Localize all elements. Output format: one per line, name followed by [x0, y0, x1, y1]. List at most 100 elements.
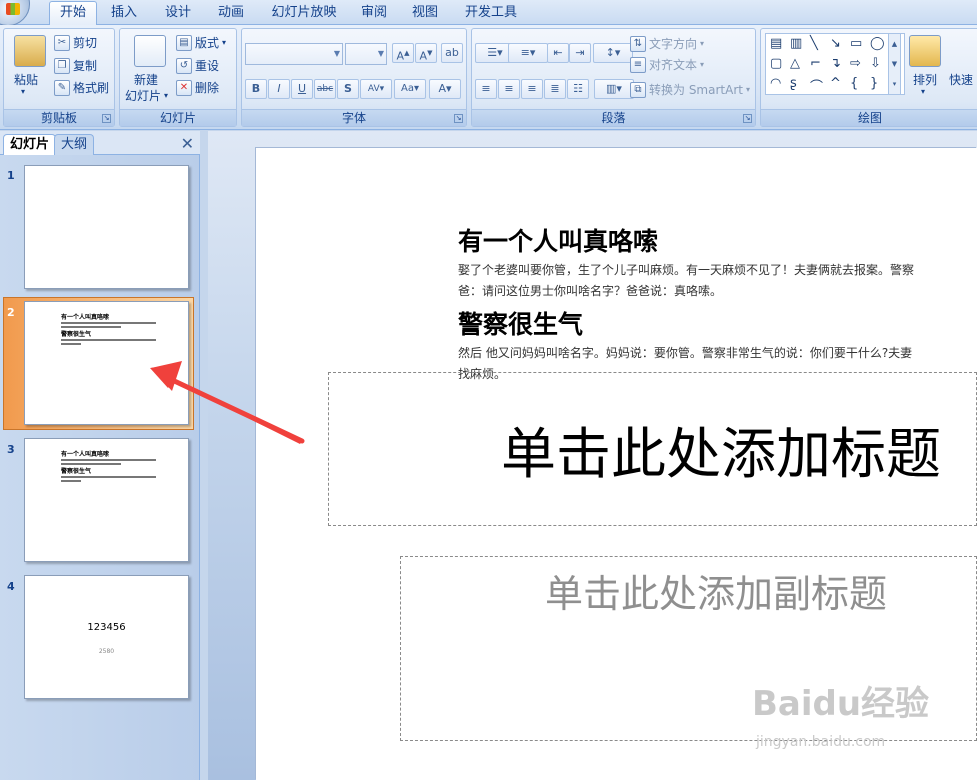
- distribute-button[interactable]: ☷: [567, 79, 589, 99]
- slide-heading-1[interactable]: 有一个人叫真咯嗦: [458, 222, 658, 258]
- align-left-button[interactable]: ≡: [475, 79, 497, 99]
- reset-icon: ↺: [176, 57, 192, 74]
- align-text-button[interactable]: ≡ 对齐文本 ▾: [630, 56, 704, 73]
- title-placeholder[interactable]: 单击此处添加标题: [328, 372, 977, 526]
- tab-slides-pane[interactable]: 幻灯片: [3, 134, 57, 155]
- change-case-button[interactable]: Aa▾: [394, 79, 426, 99]
- slide-paragraph-line[interactable]: 娶了个老婆叫要你管，生了个儿子叫麻烦。有一天麻烦不见了！夫妻俩就去报案。警察: [458, 260, 914, 281]
- thumb-heading: 有一个人叫真咯嗦: [61, 314, 110, 321]
- tab-developer[interactable]: 开发工具: [458, 2, 524, 24]
- shrink-font-button[interactable]: A▼: [415, 43, 437, 63]
- arrange-button[interactable]: 排列: [913, 71, 937, 88]
- line-spacing-button[interactable]: ↕▾: [593, 43, 633, 63]
- vertical-textbox-shape-icon[interactable]: ▥: [790, 36, 802, 51]
- slide-paragraph-line[interactable]: 爸：请问这位男士你叫啥名字？爸爸说：真咯嗦。: [458, 281, 722, 302]
- italic-button[interactable]: I: [268, 79, 290, 99]
- smartart-button[interactable]: ⧉ 转换为 SmartArt ▾: [630, 81, 750, 98]
- tab-view[interactable]: 视图: [407, 2, 443, 24]
- copy-icon: ❐: [54, 57, 70, 74]
- clipboard-launcher-icon[interactable]: ↘: [102, 114, 111, 123]
- rectangle-shape-icon[interactable]: ▭: [850, 36, 862, 51]
- underline-button[interactable]: U: [291, 79, 313, 99]
- oval-shape-icon[interactable]: ◯: [870, 36, 885, 51]
- reset-button[interactable]: ↺ 重设: [176, 57, 219, 74]
- text-direction-button[interactable]: ⇅ 文字方向 ▾: [630, 35, 704, 52]
- thumb-text-line: [61, 480, 81, 482]
- arrange-dropdown-icon[interactable]: ▾: [921, 87, 925, 96]
- copy-button[interactable]: ❐ 复制: [54, 57, 97, 74]
- slide-thumbnail-3[interactable]: 有一个人叫真咯嗦 警察很生气: [24, 438, 189, 562]
- align-right-button[interactable]: ≡: [521, 79, 543, 99]
- text-direction-icon: ⇅: [630, 35, 646, 52]
- right-brace-shape-icon[interactable]: }: [870, 76, 878, 91]
- tab-design[interactable]: 设计: [158, 2, 198, 24]
- tab-review[interactable]: 审阅: [356, 2, 392, 24]
- columns-button[interactable]: ▥▾: [594, 79, 634, 99]
- char-spacing-button[interactable]: AV▾: [360, 79, 392, 99]
- new-slide-icon: [134, 35, 166, 67]
- triangle-shape-icon[interactable]: △: [790, 56, 800, 71]
- thumb-subtitle: 2580: [98, 648, 115, 655]
- clear-format-icon[interactable]: ab: [441, 43, 463, 63]
- layout-button[interactable]: ▤ 版式 ▾: [176, 34, 226, 51]
- elbow-connector-shape-icon[interactable]: ⌐: [810, 56, 821, 71]
- tab-animation[interactable]: 动画: [211, 2, 251, 24]
- shapes-gallery-scroll[interactable]: ▲ ▼ ▾: [888, 33, 901, 95]
- strikethrough-button[interactable]: abc: [314, 79, 336, 99]
- thumb-text-line: [61, 343, 81, 345]
- arrow-line-shape-icon[interactable]: ↘: [830, 36, 841, 51]
- paste-dropdown-icon[interactable]: ▾: [21, 87, 25, 96]
- shadow-button[interactable]: S: [337, 79, 359, 99]
- font-color-button[interactable]: A▾: [429, 79, 461, 99]
- watermark-logo: Baidu经验: [752, 684, 930, 724]
- title-placeholder-text: 单击此处添加标题: [501, 422, 942, 486]
- bold-button[interactable]: B: [245, 79, 267, 99]
- paste-button[interactable]: 粘贴: [14, 71, 38, 88]
- left-brace-shape-icon[interactable]: {: [850, 76, 858, 91]
- justify-button[interactable]: ≣: [544, 79, 566, 99]
- font-name-combo[interactable]: ▼: [245, 43, 343, 65]
- new-slide-button[interactable]: 新建: [134, 71, 158, 88]
- increase-indent-button[interactable]: ⇥: [569, 43, 591, 63]
- elbow-arrow-shape-icon[interactable]: ↴: [830, 56, 841, 71]
- textbox-shape-icon[interactable]: ▤: [770, 36, 782, 51]
- office-button[interactable]: [0, 0, 30, 26]
- right-arrow-shape-icon[interactable]: ⇨: [850, 56, 861, 71]
- tab-insert[interactable]: 插入: [104, 2, 144, 24]
- slide-thumbnail-2[interactable]: 有一个人叫真咯嗦 警察很生气: [24, 301, 189, 425]
- tab-home[interactable]: 开始: [49, 1, 97, 26]
- slide-thumbnail-4[interactable]: 123456 2580: [24, 575, 189, 699]
- down-arrow-shape-icon[interactable]: ⇩: [870, 56, 881, 71]
- grow-font-button[interactable]: A▲: [392, 43, 414, 63]
- new-slide-dropdown[interactable]: 幻灯片 ▾: [125, 87, 168, 104]
- slide-heading-2[interactable]: 警察很生气: [458, 305, 583, 341]
- rounded-rect-shape-icon[interactable]: ▢: [770, 56, 782, 71]
- delete-icon: ✕: [176, 79, 192, 96]
- slide-thumbnail-1[interactable]: [24, 165, 189, 289]
- close-icon[interactable]: ✕: [181, 134, 194, 153]
- slides-group: 新建 幻灯片 ▾ ▤ 版式 ▾ ↺ 重设 ✕ 删除 幻灯片: [119, 28, 237, 127]
- numbering-button[interactable]: ≡▾: [508, 43, 548, 63]
- scribble-shape-icon[interactable]: ʂ: [790, 76, 797, 91]
- tab-slideshow[interactable]: 幻灯片放映: [266, 2, 342, 24]
- font-launcher-icon[interactable]: ↘: [454, 114, 463, 123]
- slide-paragraph-line[interactable]: 然后 他又问妈妈叫啥名字。妈妈说：要你管。警察非常生气的说：你们要干什么?夫妻: [458, 343, 912, 364]
- quick-styles-button[interactable]: 快速: [949, 71, 973, 88]
- thumb-text-line: [61, 339, 156, 341]
- delete-slide-button[interactable]: ✕ 删除: [176, 79, 219, 96]
- slide-number: 2: [7, 306, 15, 319]
- curve-shape-icon[interactable]: ⌒: [810, 76, 823, 95]
- paragraph-launcher-icon[interactable]: ↘: [743, 114, 752, 123]
- caret-shape-icon[interactable]: ^: [830, 76, 841, 91]
- format-painter-button[interactable]: ✎ 格式刷: [54, 79, 109, 96]
- align-center-button[interactable]: ≡: [498, 79, 520, 99]
- tab-outline-pane[interactable]: 大纲: [54, 134, 95, 155]
- decrease-indent-button[interactable]: ⇤: [547, 43, 569, 63]
- line-shape-icon[interactable]: ╲: [810, 36, 818, 51]
- shapes-gallery[interactable]: ▤ ▥ ╲ ↘ ▭ ◯ ▢ △ ⌐ ↴ ⇨ ⇩ ◠ ʂ ⌒ ^ { }: [765, 33, 905, 95]
- drawing-group: ▤ ▥ ╲ ↘ ▭ ◯ ▢ △ ⌐ ↴ ⇨ ⇩ ◠ ʂ ⌒ ^ { } ▲ ▼ ▾ …: [760, 28, 977, 127]
- freeform-shape-icon[interactable]: ◠: [770, 76, 781, 91]
- font-size-combo[interactable]: ▼: [345, 43, 387, 65]
- font-group-label: 字体: [242, 109, 466, 126]
- cut-button[interactable]: ✂ 剪切: [54, 34, 97, 51]
